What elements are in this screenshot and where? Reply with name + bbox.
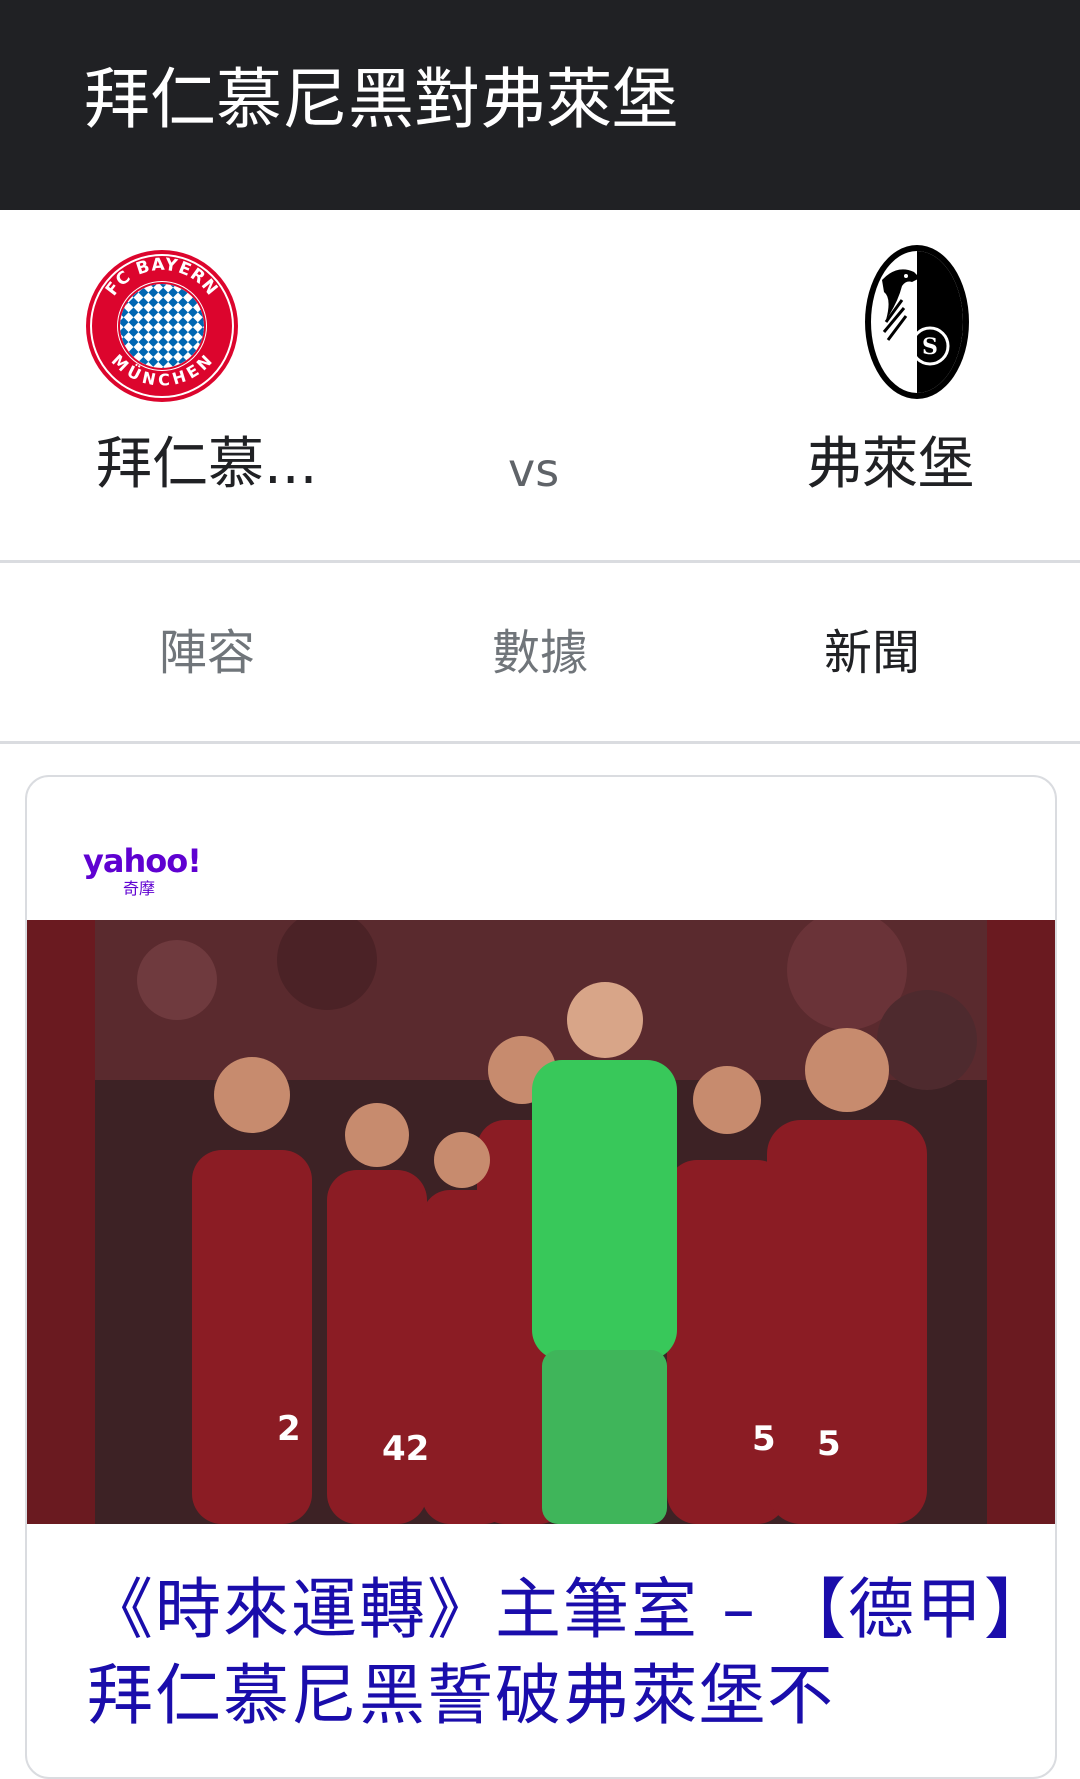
- tab-lineup[interactable]: 陣容: [77, 621, 337, 685]
- page-title: 拜仁慕尼黑對弗萊堡: [84, 61, 678, 138]
- news-source-sub: 奇摩: [123, 879, 156, 898]
- tab-news[interactable]: 新聞: [742, 621, 1002, 685]
- away-team-name[interactable]: 弗萊堡: [806, 430, 974, 500]
- news-headline-link[interactable]: 《時來運轉》主筆室 – 【德甲】拜仁慕尼黑誓破弗萊堡不: [87, 1567, 1027, 1739]
- match-tabs: 陣容 數據 新聞: [0, 563, 1080, 741]
- svg-text:42: 42: [382, 1429, 429, 1469]
- news-source-name: yahoo!: [83, 842, 202, 880]
- svg-text:S: S: [922, 334, 938, 360]
- home-team-name[interactable]: 拜仁慕...: [96, 430, 317, 500]
- svg-text:2: 2: [277, 1409, 301, 1449]
- divider: [0, 741, 1080, 744]
- match-summary: FC BAYERN MÜNCHEN S 拜仁慕... vs 弗萊堡: [0, 210, 1080, 560]
- fc-bayern-logo-icon[interactable]: FC BAYERN MÜNCHEN: [84, 248, 240, 404]
- news-photo[interactable]: 2 42 5 5: [27, 910, 1055, 1524]
- tab-stats[interactable]: 數據: [410, 621, 670, 685]
- vs-label: vs: [508, 443, 560, 497]
- svg-text:5: 5: [752, 1419, 776, 1459]
- sc-freiburg-logo-icon[interactable]: S: [862, 242, 972, 402]
- app-header: 拜仁慕尼黑對弗萊堡: [0, 0, 1080, 210]
- svg-text:5: 5: [817, 1424, 841, 1464]
- news-card[interactable]: yahoo! 奇摩 2 42 5 5 《時來運轉》主筆室 – 【德甲】拜仁慕尼黑…: [25, 775, 1057, 1779]
- yahoo-logo-icon: yahoo! 奇摩: [83, 843, 233, 905]
